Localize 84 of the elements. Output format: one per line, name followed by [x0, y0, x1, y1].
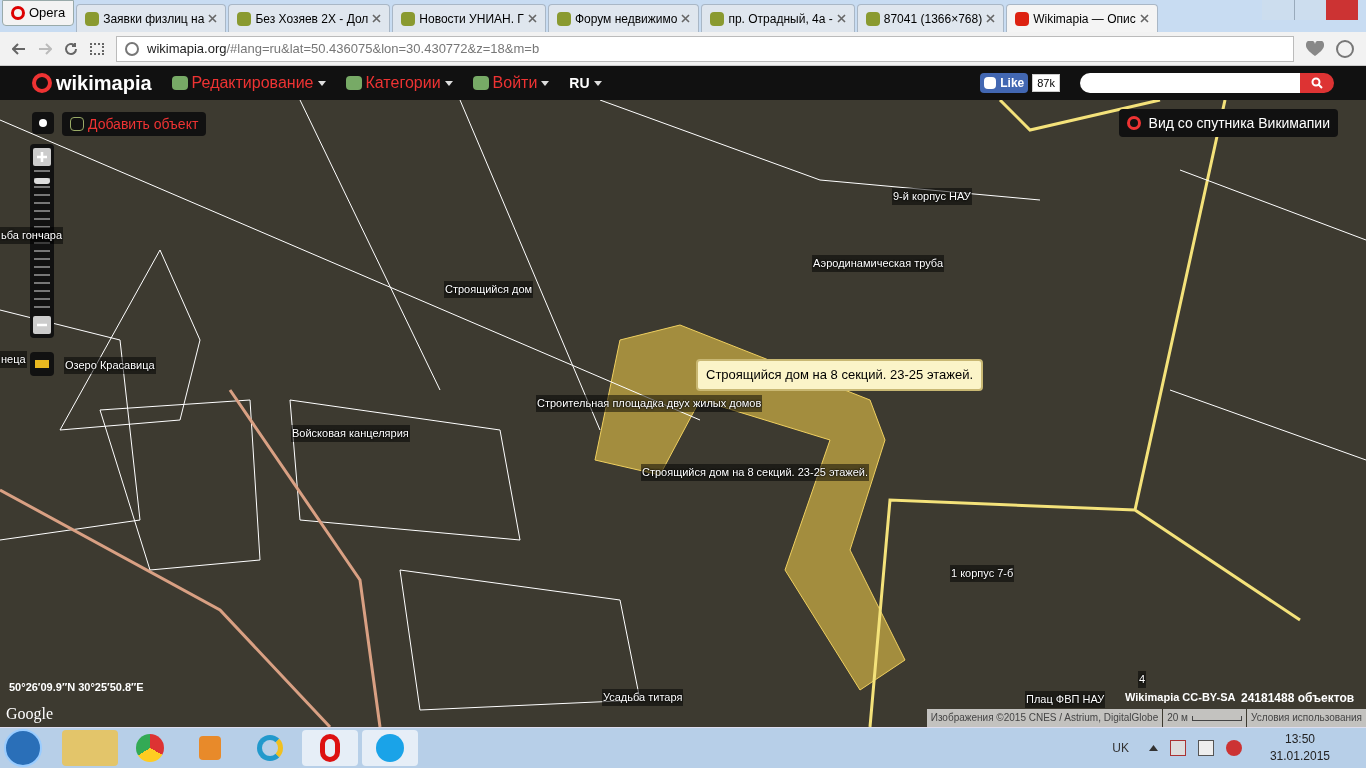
map-tooltip: Строящийся дом на 8 секций. 23-25 этажей.: [696, 359, 984, 391]
map-label[interactable]: Строительная площадка двух жилых домов: [536, 395, 763, 412]
license-text: Wikimapia CC-BY-SA: [1125, 690, 1236, 705]
menu-item[interactable]: Редактирование: [171, 71, 326, 95]
browser-tab[interactable]: Заявки физлиц на: [76, 4, 227, 32]
tab-favicon-icon: [556, 11, 571, 26]
satellite-view-label: Вид со спутника Викимапии: [1118, 109, 1338, 137]
caret-icon: [541, 80, 550, 86]
opera-menu-button[interactable]: Opera: [2, 0, 75, 26]
opera-logo-icon: [11, 6, 25, 20]
map-label[interactable]: ьба гончара: [0, 227, 63, 244]
back-icon[interactable]: [12, 42, 26, 55]
caret-icon: [593, 80, 602, 86]
add-object-button[interactable]: Добавить объект: [62, 112, 207, 136]
tab-title: Без Хозяев 2Х - Дол: [255, 10, 369, 28]
browser-tab[interactable]: Форум недвижимо: [547, 4, 700, 32]
map-label[interactable]: неца: [0, 351, 27, 368]
close-icon[interactable]: [836, 14, 846, 23]
window-controls-icon[interactable]: [1262, 0, 1358, 20]
keyboard-language[interactable]: UK: [1112, 739, 1129, 757]
search-button[interactable]: [1300, 73, 1334, 93]
map-label[interactable]: Усадьба титаря: [602, 689, 684, 706]
wikimapia-logo[interactable]: wikimapia: [32, 68, 152, 98]
tab-title: Заявки физлиц на: [103, 10, 205, 28]
map-label[interactable]: 9-й корпус НАУ: [892, 188, 972, 205]
tab-favicon-icon: [865, 11, 880, 26]
like-count: 87k: [1032, 73, 1060, 93]
clock-time[interactable]: 13:50: [1284, 731, 1315, 748]
caret-icon: [444, 80, 453, 86]
attribution-text: Изображения ©2015 CNES / Astrium, DigitalGlobe: [926, 709, 1163, 727]
browser-tab[interactable]: Новости УНИАН. Г: [392, 4, 546, 32]
browser-tab[interactable]: 87041 (1366×768): [856, 4, 1005, 32]
map-label[interactable]: 1 корпус 7-б: [950, 565, 1015, 582]
caret-icon: [317, 80, 326, 86]
browser-tab[interactable]: Без Хозяев 2Х - Дол: [228, 4, 391, 32]
map-label[interactable]: Войсковая канцелярия: [291, 425, 410, 442]
tab-title: Новости УНИАН. Г: [419, 10, 524, 28]
browser-tab[interactable]: Wikimapia — Опис: [1006, 4, 1158, 32]
close-icon[interactable]: [681, 14, 691, 23]
coordinates-text: 50°26′09.9″N 30°25′50.8″E: [9, 680, 144, 695]
grid-icon[interactable]: [90, 42, 104, 55]
terms-link[interactable]: Условия использования: [1247, 709, 1366, 727]
tab-title: Wikimapia — Опис: [1033, 10, 1136, 28]
skype-icon[interactable]: [362, 730, 418, 766]
menu-item[interactable]: Войти: [472, 71, 550, 95]
zoom-thumb[interactable]: [34, 177, 50, 184]
location-button[interactable]: [32, 112, 54, 134]
map-label[interactable]: 4: [1138, 671, 1147, 688]
close-icon[interactable]: [208, 14, 218, 23]
map-label[interactable]: Плац ФВП НАУ: [1025, 691, 1106, 708]
search-icon: [1311, 77, 1323, 89]
tab-favicon-icon: [85, 11, 100, 26]
tab-title: пр. Отрадный, 4а -: [728, 10, 833, 28]
close-icon[interactable]: [527, 14, 537, 23]
opera-icon[interactable]: [302, 730, 358, 766]
tab-favicon-icon: [237, 11, 252, 26]
search-field[interactable]: [1080, 73, 1300, 93]
satellite-map[interactable]: [0, 100, 1366, 727]
close-icon[interactable]: [986, 14, 996, 23]
heart-icon[interactable]: [1306, 40, 1324, 57]
menu-item[interactable]: Категории: [345, 71, 453, 95]
tab-favicon-icon: [1015, 11, 1030, 26]
objects-count: 24181488 объектов: [1241, 690, 1355, 707]
map-label[interactable]: Озеро Красавица: [64, 357, 156, 374]
map-label[interactable]: Аэродинамическая труба: [812, 255, 944, 272]
clock-date[interactable]: 31.01.2015: [1269, 748, 1330, 765]
reload-icon[interactable]: [64, 41, 78, 56]
tab-title: Форум недвижимо: [574, 10, 678, 28]
tab-title: 87041 (1366×768): [883, 10, 983, 28]
url-text: wikimapia.org/#lang=ru&lat=50.436075&lon=30.430772&z=18&m=b: [147, 39, 540, 58]
tray-arrow-icon[interactable]: [1148, 745, 1158, 751]
close-icon[interactable]: [372, 14, 382, 23]
facebook-like-button[interactable]: Like: [980, 73, 1029, 93]
map-label[interactable]: Строящийся дом на 8 секций. 23-25 этажей.: [641, 464, 869, 481]
language-menu[interactable]: RU: [569, 72, 602, 94]
tab-favicon-icon: [710, 11, 725, 26]
close-icon[interactable]: [1139, 14, 1149, 23]
browser-tab[interactable]: пр. Отрадный, 4а -: [701, 4, 855, 32]
map-label[interactable]: Строящийся дом: [444, 281, 534, 298]
ruler-icon[interactable]: [30, 352, 54, 376]
google-logo: Google: [6, 704, 54, 725]
address-field[interactable]: wikimapia.org/#lang=ru&lat=50.436075&lon=30.430772&z=18&m=b: [116, 35, 1294, 62]
tab-favicon-icon: [401, 11, 416, 26]
scale-bar: 20 м: [1163, 709, 1246, 727]
